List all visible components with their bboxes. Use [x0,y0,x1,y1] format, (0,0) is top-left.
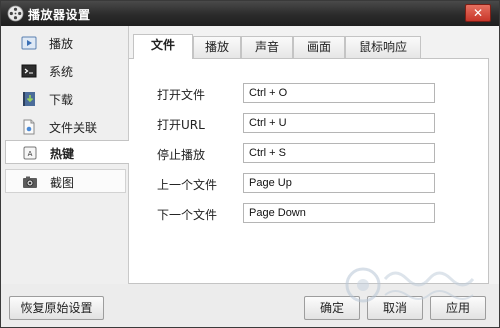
sidebar-item-screenshot[interactable]: 截图 [5,169,126,193]
sidebar-item-label: 播放 [49,37,74,51]
sidebar-item-label: 热键 [50,147,75,161]
svg-text:A: A [28,150,33,158]
hotkey-label-stop: 停止播放 [157,148,206,162]
tab-mouse-response[interactable]: 鼠标响应 [345,36,421,58]
keyboard-icon: A [23,146,37,160]
hotkey-field-open-url[interactable]: Ctrl + U [243,113,435,133]
sidebar-item-download[interactable]: 下载 [5,87,126,111]
restore-defaults-button[interactable]: 恢复原始设置 [9,296,104,320]
play-icon [21,36,37,50]
film-reel-icon [7,5,24,22]
close-button[interactable]: ✕ [465,4,491,22]
hotkey-field-stop[interactable]: Ctrl + S [243,143,435,163]
hotkey-field-open-file[interactable]: Ctrl + O [243,83,435,103]
tab-label: 文件 [150,38,175,52]
sidebar: 播放 系统 下载 文件关联 A 热键 截图 [1,26,130,284]
tab-label: 声音 [254,40,279,54]
tab-file[interactable]: 文件 [133,34,193,59]
sidebar-item-file-association[interactable]: 文件关联 [5,115,126,139]
hotkey-label-open-url: 打开URL [157,118,205,132]
tab-video[interactable]: 画面 [293,36,345,58]
sidebar-item-label: 截图 [50,176,75,190]
download-icon [23,92,35,106]
terminal-icon [21,64,37,78]
footer-bar: 恢复原始设置 确定 取消 应用 [1,284,499,327]
tab-label: 画面 [306,40,331,54]
hotkey-field-next-file[interactable]: Page Down [243,203,435,223]
tab-playback[interactable]: 播放 [193,36,241,58]
close-icon: ✕ [472,6,484,20]
window-title: 播放器设置 [28,8,91,22]
hotkey-label-previous-file: 上一个文件 [157,178,218,192]
settings-window: 播放器设置 ✕ 播放 系统 下载 文件关联 A 热键 截图 文件 播放 声音 画… [0,0,500,328]
file-icon [23,119,35,135]
tab-sound[interactable]: 声音 [241,36,293,58]
sidebar-item-system[interactable]: 系统 [5,59,126,83]
sidebar-item-play[interactable]: 播放 [5,31,126,55]
sidebar-item-label: 下载 [49,93,74,107]
title-bar[interactable]: 播放器设置 ✕ [1,1,499,26]
hotkey-field-previous-file[interactable]: Page Up [243,173,435,193]
tab-label: 鼠标响应 [358,40,407,54]
camera-icon [23,176,37,188]
hotkey-label-next-file: 下一个文件 [157,208,218,222]
ok-button[interactable]: 确定 [304,296,360,320]
apply-button[interactable]: 应用 [430,296,486,320]
sidebar-item-label: 系统 [49,65,74,79]
tab-label: 播放 [204,40,229,54]
sidebar-item-hotkeys[interactable]: A 热键 [5,140,130,164]
sidebar-item-label: 文件关联 [49,121,98,135]
cancel-button[interactable]: 取消 [367,296,423,320]
hotkey-label-open-file: 打开文件 [157,88,206,102]
